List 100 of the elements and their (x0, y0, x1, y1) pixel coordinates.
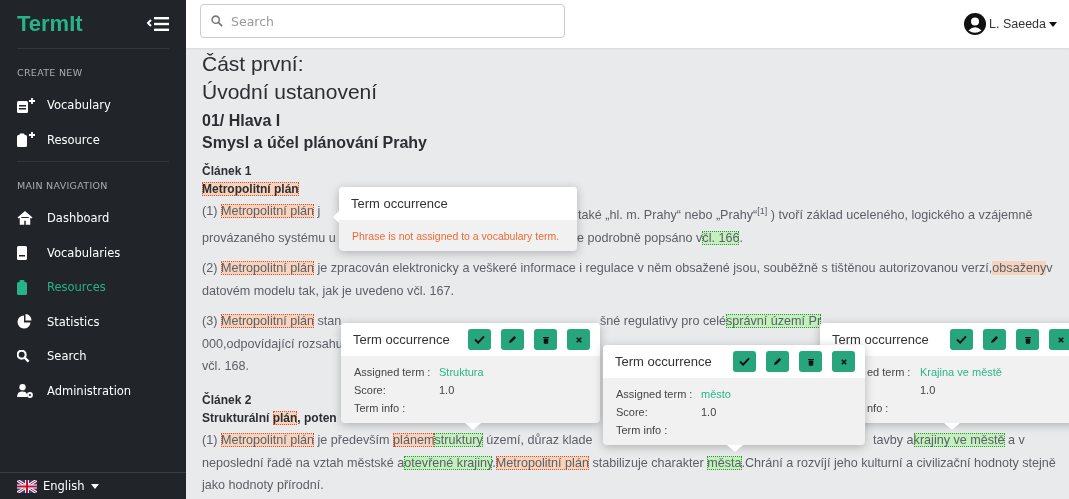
search-icon (211, 15, 223, 27)
term-highlight[interactable]: města (707, 456, 742, 471)
paragraph-text: a v (1007, 433, 1025, 448)
book-icon (17, 245, 27, 260)
delete-button[interactable] (534, 329, 557, 350)
language-selector[interactable]: English (0, 472, 186, 499)
user-menu[interactable]: L. Saeeda (964, 13, 1057, 35)
trash-icon (1024, 335, 1031, 344)
heading: 01/ Hlava I (202, 112, 281, 129)
popover-title: Term occurrence (832, 332, 929, 347)
close-icon (840, 358, 847, 365)
term-highlight[interactable]: Metropolitní plán (202, 182, 299, 196)
sidebar-section-heading: CREATE NEW (17, 67, 84, 78)
popover-title: Term occurrence (353, 332, 450, 347)
pencil-icon (508, 335, 517, 344)
paragraph-text: (3) (202, 314, 219, 329)
edit-button[interactable] (501, 329, 524, 350)
edit-button[interactable] (766, 351, 789, 372)
heading: Úvodní ustanovení (202, 80, 378, 103)
field-value: 1.0 (701, 406, 717, 418)
paragraph-text: . (739, 231, 743, 246)
delete-button[interactable] (1016, 329, 1039, 350)
paragraph-text: území, důraz klade (485, 433, 593, 448)
heading: Článek 2 (202, 393, 252, 408)
term-highlight[interactable]: krajiny ve městě (913, 433, 1005, 448)
sidebar-item[interactable]: Statistics (17, 304, 169, 339)
field-label: Term info : (354, 402, 406, 414)
paragraph-text: neposlední řadě na vztah městské a (202, 456, 405, 471)
approve-button[interactable] (468, 329, 491, 350)
collapse-menu-icon[interactable] (147, 16, 169, 32)
field-value: 1.0 (439, 384, 455, 396)
paragraph-text: jako hodnoty přírodní. (202, 478, 324, 493)
close-button[interactable] (567, 329, 590, 350)
heading: Smysl a účel plánování Prahy (202, 134, 427, 151)
term-highlight[interactable]: plánem (393, 433, 435, 448)
sidebar-item[interactable]: Administration (17, 373, 169, 408)
heading: Článek 1 (202, 164, 252, 178)
check-icon (739, 357, 750, 366)
edit-button[interactable] (983, 329, 1006, 350)
field-label: Assigned term : (354, 366, 431, 378)
search-field[interactable]: Search (200, 4, 565, 38)
paragraph-text: v (1046, 261, 1053, 276)
popover-arrow (727, 445, 743, 452)
close-button[interactable] (1049, 329, 1069, 350)
field-label: Score: (354, 384, 386, 396)
app-logo[interactable]: TermIt (17, 11, 83, 37)
field-label: Score: (616, 406, 648, 418)
approve-button[interactable] (733, 351, 756, 372)
sidebar-item[interactable]: Vocabulary (17, 88, 169, 123)
popover-arrow (944, 423, 960, 430)
term-highlight[interactable]: Metropolitní plán (220, 204, 314, 218)
paragraph-text: (1) (202, 433, 219, 448)
term-highlight[interactable]: struktury (434, 433, 483, 448)
term-highlight[interactable]: Metropolitní plán (220, 261, 314, 276)
popover-title: Term occurrence (615, 354, 712, 369)
search-icon (17, 349, 30, 363)
paragraph-text: stabilizuje charakter (591, 456, 705, 471)
paragraph-text: je především (316, 433, 391, 448)
pencil-icon (990, 335, 999, 344)
field-label: Term info : (616, 424, 668, 436)
term-highlight[interactable]: správní území Pr (726, 314, 822, 329)
approve-button[interactable] (950, 329, 973, 350)
sidebar-section-heading: MAIN NAVIGATION (17, 180, 109, 191)
pencil-icon (773, 357, 782, 366)
term-highlight[interactable]: obsaženy (992, 261, 1047, 276)
field-label: Assigned term : (616, 388, 693, 400)
sidebar-item[interactable]: Resource (17, 122, 169, 157)
sidebar-item[interactable]: Dashboard (17, 201, 169, 236)
term-highlight[interactable]: Metropolitní plán (220, 433, 314, 448)
paragraph-text: také „hl. m. Prahy“ nebo „Prahy“$^{[1]}$ ) tvoří základ uceleného, logického a vzájemně (578, 208, 1033, 223)
term-highlight[interactable]: Metropolitní plán (495, 456, 589, 471)
caret-icon (90, 483, 99, 489)
term-highlight[interactable]: otevřené krajiny (404, 456, 493, 471)
sidebar-item[interactable]: Resources (17, 270, 169, 305)
trash-icon (542, 335, 549, 344)
paragraph-text: (2) (202, 261, 219, 276)
heading: Část první: (202, 52, 304, 75)
warning-message: Phrase is not assigned to a vocabulary term. (352, 229, 561, 243)
clip-icon (17, 279, 27, 295)
sidebar-item[interactable]: Vocabularies (17, 235, 169, 270)
caret-icon (1049, 21, 1057, 27)
term-highlight[interactable]: Metropolitní plán (220, 314, 314, 329)
paragraph-text: e podrobně popsáno v (577, 231, 703, 246)
delete-button[interactable] (799, 351, 822, 372)
paragraph-text: . (492, 456, 496, 471)
paragraph-text: datovém modelu tak, jak je uvedeno včl. 167. (202, 284, 455, 299)
sidebar-item[interactable]: Search (17, 339, 169, 374)
close-icon (1057, 336, 1064, 343)
paragraph-text: včl. 168. (202, 359, 249, 374)
field-label: nfo : (867, 402, 889, 414)
paragraph-text: je zpracován elektronicky a veškeré informace i regulace v něm obsažené jsou, souběžně s tištěnou autorizovanou verzí, (316, 261, 993, 276)
close-icon (575, 336, 582, 343)
paragraph-text: (1) (202, 204, 219, 218)
user-avatar-icon (964, 13, 986, 35)
close-button[interactable] (832, 351, 855, 372)
home-icon (17, 211, 33, 226)
paragraph-text: šné regulativy pro celé (600, 314, 726, 329)
paragraph-text: j (316, 204, 321, 218)
trash-icon (807, 357, 814, 366)
field-label: ed term : (867, 366, 911, 378)
